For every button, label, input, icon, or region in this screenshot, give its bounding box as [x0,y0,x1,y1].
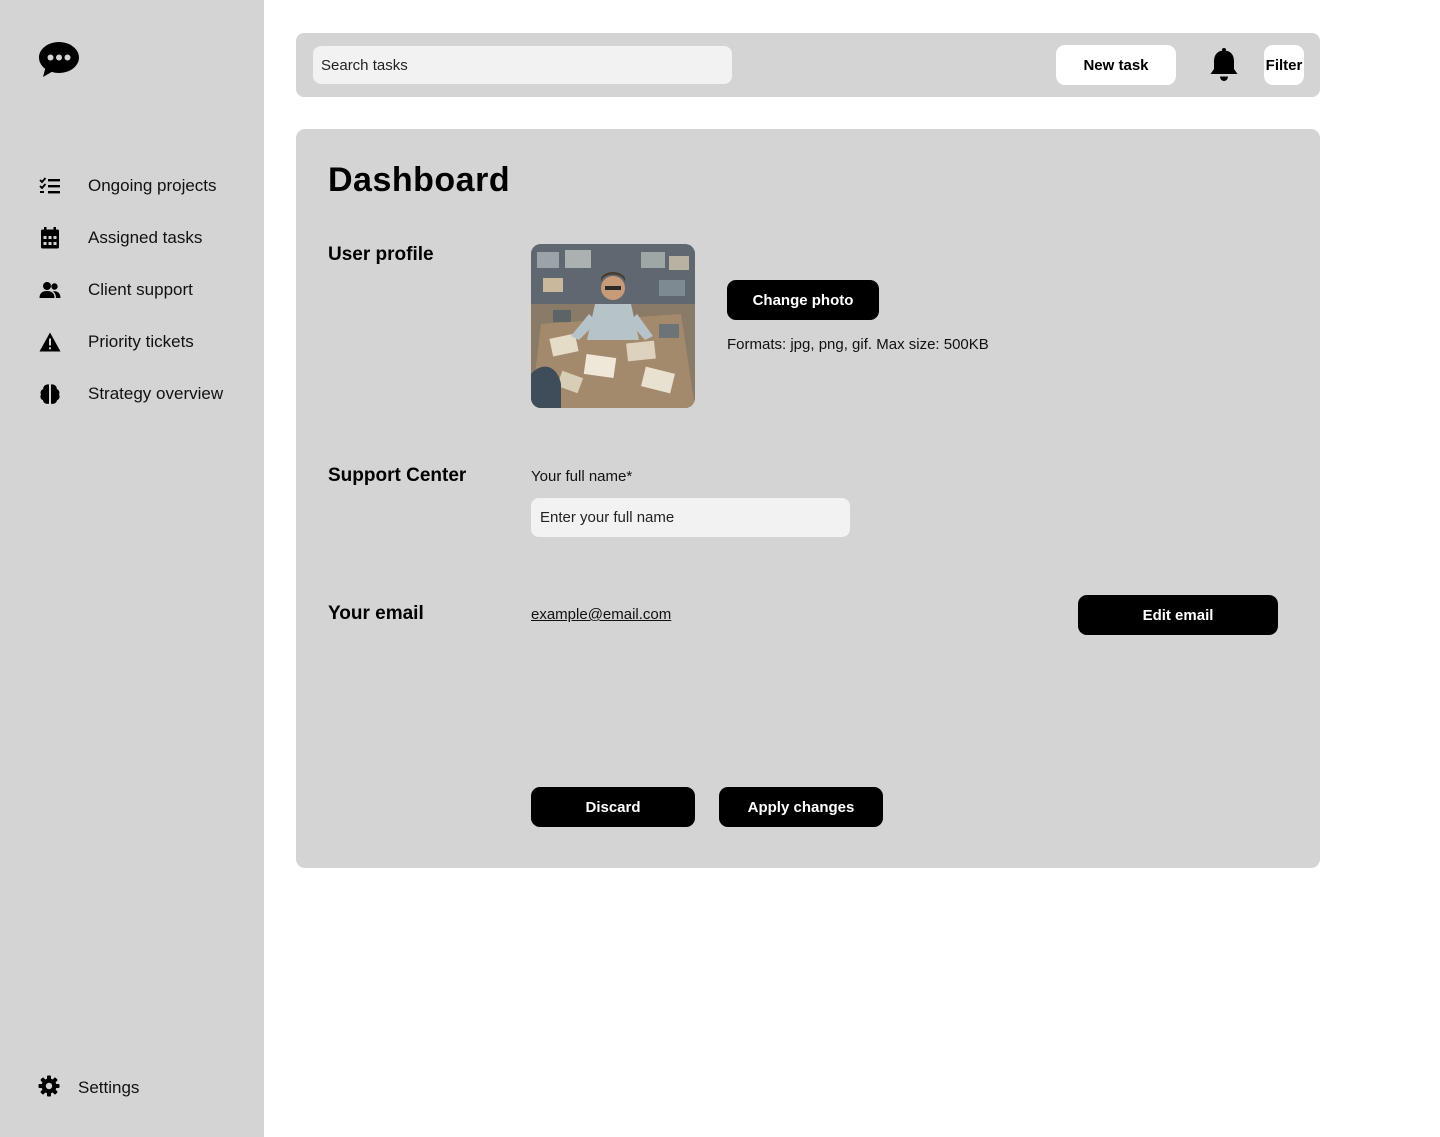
sidebar-item-ongoing-projects[interactable]: Ongoing projects [38,160,248,212]
sidebar-item-settings[interactable]: Settings [38,1072,139,1104]
chat-bubble-icon[interactable] [38,40,80,80]
search-input[interactable] [313,46,732,84]
sidebar-item-label: Strategy overview [88,384,224,403]
new-task-button[interactable]: New task [1056,45,1176,85]
sidebar-item-label: Priority tickets [88,332,194,351]
sidebar-item-label: Settings [78,1078,140,1097]
edit-email-button[interactable]: Edit email [1078,595,1278,635]
user-profile-heading: User profile [328,244,434,265]
discard-button[interactable]: Discard [531,787,695,827]
full-name-input[interactable] [531,498,850,537]
full-name-label: Your full name* [531,468,633,485]
bell-icon[interactable] [1208,47,1240,83]
change-photo-button[interactable]: Change photo [727,280,879,320]
sidebar: Ongoing projects Assigned tasks Client s… [0,0,264,1137]
dashboard-panel: Dashboard User profile Change photo Form… [296,129,1320,868]
warning-icon [38,330,62,354]
sidebar-item-strategy-overview[interactable]: Strategy overview [38,368,248,420]
sidebar-item-label: Assigned tasks [88,228,203,247]
photo-formats-hint: Formats: jpg, png, gif. Max size: 500KB [727,336,989,353]
your-email-heading: Your email [328,603,424,624]
checklist-icon [38,174,62,198]
apply-changes-button[interactable]: Apply changes [719,787,883,827]
sidebar-item-client-support[interactable]: Client support [38,264,248,316]
top-bar: New task Filter [296,33,1320,97]
sidebar-item-label: Ongoing projects [88,176,217,195]
page-title: Dashboard [328,161,511,199]
profile-photo [531,244,695,408]
email-value[interactable]: example@email.com [531,606,671,623]
brain-icon [38,382,62,406]
calendar-icon [38,226,62,250]
sidebar-item-label: Client support [88,280,193,299]
gear-icon [38,1075,60,1102]
sidebar-item-assigned-tasks[interactable]: Assigned tasks [38,212,248,264]
users-icon [38,278,62,302]
sidebar-item-priority-tickets[interactable]: Priority tickets [38,316,248,368]
support-center-heading: Support Center [328,465,467,486]
filter-button[interactable]: Filter [1264,45,1304,85]
